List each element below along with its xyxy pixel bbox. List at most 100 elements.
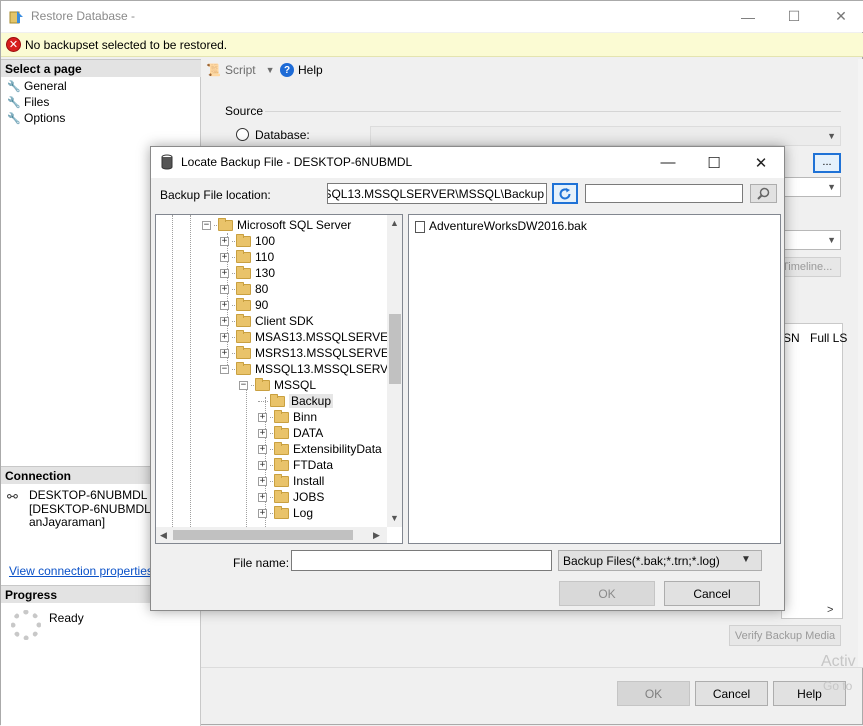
expand-icon[interactable]: + [258,444,267,454]
tree-item[interactable]: + Log [258,505,313,521]
help-toolbar-button[interactable]: ? Help [280,63,323,77]
list-item[interactable]: AdventureWorksDW2016.bak [409,215,780,235]
expand-icon[interactable]: + [258,508,267,518]
expand-icon[interactable]: + [258,492,267,502]
scroll-up-icon[interactable]: ▲ [390,218,399,228]
view-connection-properties-link[interactable]: View connection properties [9,564,153,578]
help-icon: ? [280,63,294,77]
device-browse-button[interactable]: ... [813,153,841,173]
expand-icon[interactable]: + [220,348,229,358]
expand-icon[interactable]: + [220,284,229,294]
timeline-button[interactable]: Timeline... [781,257,841,277]
dialog-cancel-button[interactable]: Cancel [664,581,760,606]
backup-file-location-field[interactable]: C:\Program Files\Microsoft SQL Server\MS… [327,183,547,204]
maximize-button[interactable]: ☐ [771,1,817,32]
page-files[interactable]: 🔧 Files [7,95,49,109]
cancel-button[interactable]: Cancel [695,681,768,706]
error-message: No backupset selected to be restored. [25,38,228,52]
tree-horizontal-thumb[interactable] [173,530,353,540]
script-icon: 📜 [206,63,221,77]
progress-status: Ready [49,611,84,625]
scroll-right-icon[interactable]: ▶ [373,530,380,541]
destination-database-combo[interactable]: ▼ [781,230,841,250]
tree-item[interactable]: − Microsoft SQL Server [202,217,351,233]
file-name-input[interactable] [291,550,552,571]
expand-icon[interactable]: + [220,236,229,246]
folder-tree[interactable]: − Microsoft SQL Server +100 +110 +130 +80 +90 +… [155,214,403,544]
page-options-label: Options [24,111,66,125]
chevron-down-icon: ▼ [265,65,275,75]
tree-item[interactable]: +130 [220,265,275,281]
search-input[interactable] [585,184,743,203]
main-vertical-scrollbar[interactable] [858,59,863,667]
file-list[interactable]: AdventureWorksDW2016.bak [408,214,781,544]
folder-icon [274,425,289,439]
tree-connector [232,272,235,274]
minimize-button[interactable]: — [725,1,771,32]
tree-item[interactable]: +80 [220,281,268,297]
folder-icon [236,361,251,375]
page-general[interactable]: 🔧 General [7,79,67,93]
folder-icon [236,345,251,359]
backup-sets-grid[interactable] [781,323,843,619]
script-button[interactable]: 📜 Script ▼ [206,63,275,77]
page-options[interactable]: 🔧 Options [7,111,65,125]
folder-icon [255,377,270,391]
close-button[interactable]: ✕ [818,1,863,32]
expand-icon[interactable]: + [220,332,229,342]
tree-item[interactable]: + Install [258,473,324,489]
tree-vertical-thumb[interactable] [389,314,401,384]
ok-button[interactable]: OK [617,681,690,706]
tree-item[interactable]: Backup [258,393,334,409]
connection-user-continued: anJayaraman] [29,515,106,529]
tree-item[interactable]: + MSAS13.MSSQLSERVER [220,329,397,345]
database-radio[interactable] [236,128,249,141]
tree-item[interactable]: + Client SDK [220,313,314,329]
tree-connector [270,480,273,482]
source-database-combo[interactable]: ▼ [781,177,841,197]
tree-connector [232,256,235,258]
tree-item[interactable]: +110 [220,249,274,265]
expand-icon[interactable]: + [258,476,267,486]
tree-item[interactable]: + JOBS [258,489,324,505]
file-icon [415,221,425,233]
tree-item[interactable]: − MSSQL [239,377,316,393]
expand-icon[interactable]: + [220,316,229,326]
tree-item[interactable]: + MSRS13.MSSQLSERVER [220,345,398,361]
expand-icon[interactable]: + [258,412,267,422]
dialog-ok-button[interactable]: OK [559,581,655,606]
tree-item[interactable]: + DATA [258,425,323,441]
tree-item-label: 110 [255,250,275,264]
error-icon: ✕ [6,37,21,52]
expand-icon[interactable]: + [220,268,229,278]
source-section-label: Source [225,104,264,118]
dialog-close-button[interactable]: ✕ [738,147,784,178]
tree-item[interactable]: + Binn [258,409,317,425]
dialog-maximize-button[interactable]: ☐ [691,147,737,178]
expand-icon[interactable]: + [220,300,229,310]
scroll-left-icon[interactable]: ◀ [160,530,167,541]
database-combo[interactable]: ▼ [370,126,841,146]
expand-icon[interactable]: + [258,460,267,470]
tree-item[interactable]: − MSSQL13.MSSQLSERVER [220,361,402,377]
expand-icon[interactable]: + [258,428,267,438]
collapse-icon[interactable]: − [220,364,229,374]
scroll-down-icon[interactable]: ▼ [390,513,399,523]
collapse-icon[interactable]: − [202,220,211,230]
folder-icon [236,297,251,311]
scroll-right-icon[interactable]: > [827,604,833,616]
file-type-select[interactable]: Backup Files(*.bak;*.trn;*.log) [558,550,762,571]
tree-item[interactable]: + ExtensibilityData [258,441,382,457]
search-button[interactable] [750,184,777,203]
tree-item[interactable]: +90 [220,297,268,313]
verify-backup-media-button[interactable]: Verify Backup Media [729,625,841,646]
tree-item[interactable]: + FTData [258,457,333,473]
tree-item[interactable]: +100 [220,233,275,249]
dialog-minimize-button[interactable]: — [645,147,691,178]
refresh-button[interactable] [552,183,578,204]
tree-item-label: DATA [293,426,324,440]
tree-connector [270,464,273,466]
help-toolbar-label: Help [298,63,323,77]
collapse-icon[interactable]: − [239,380,248,390]
expand-icon[interactable]: + [220,252,229,262]
